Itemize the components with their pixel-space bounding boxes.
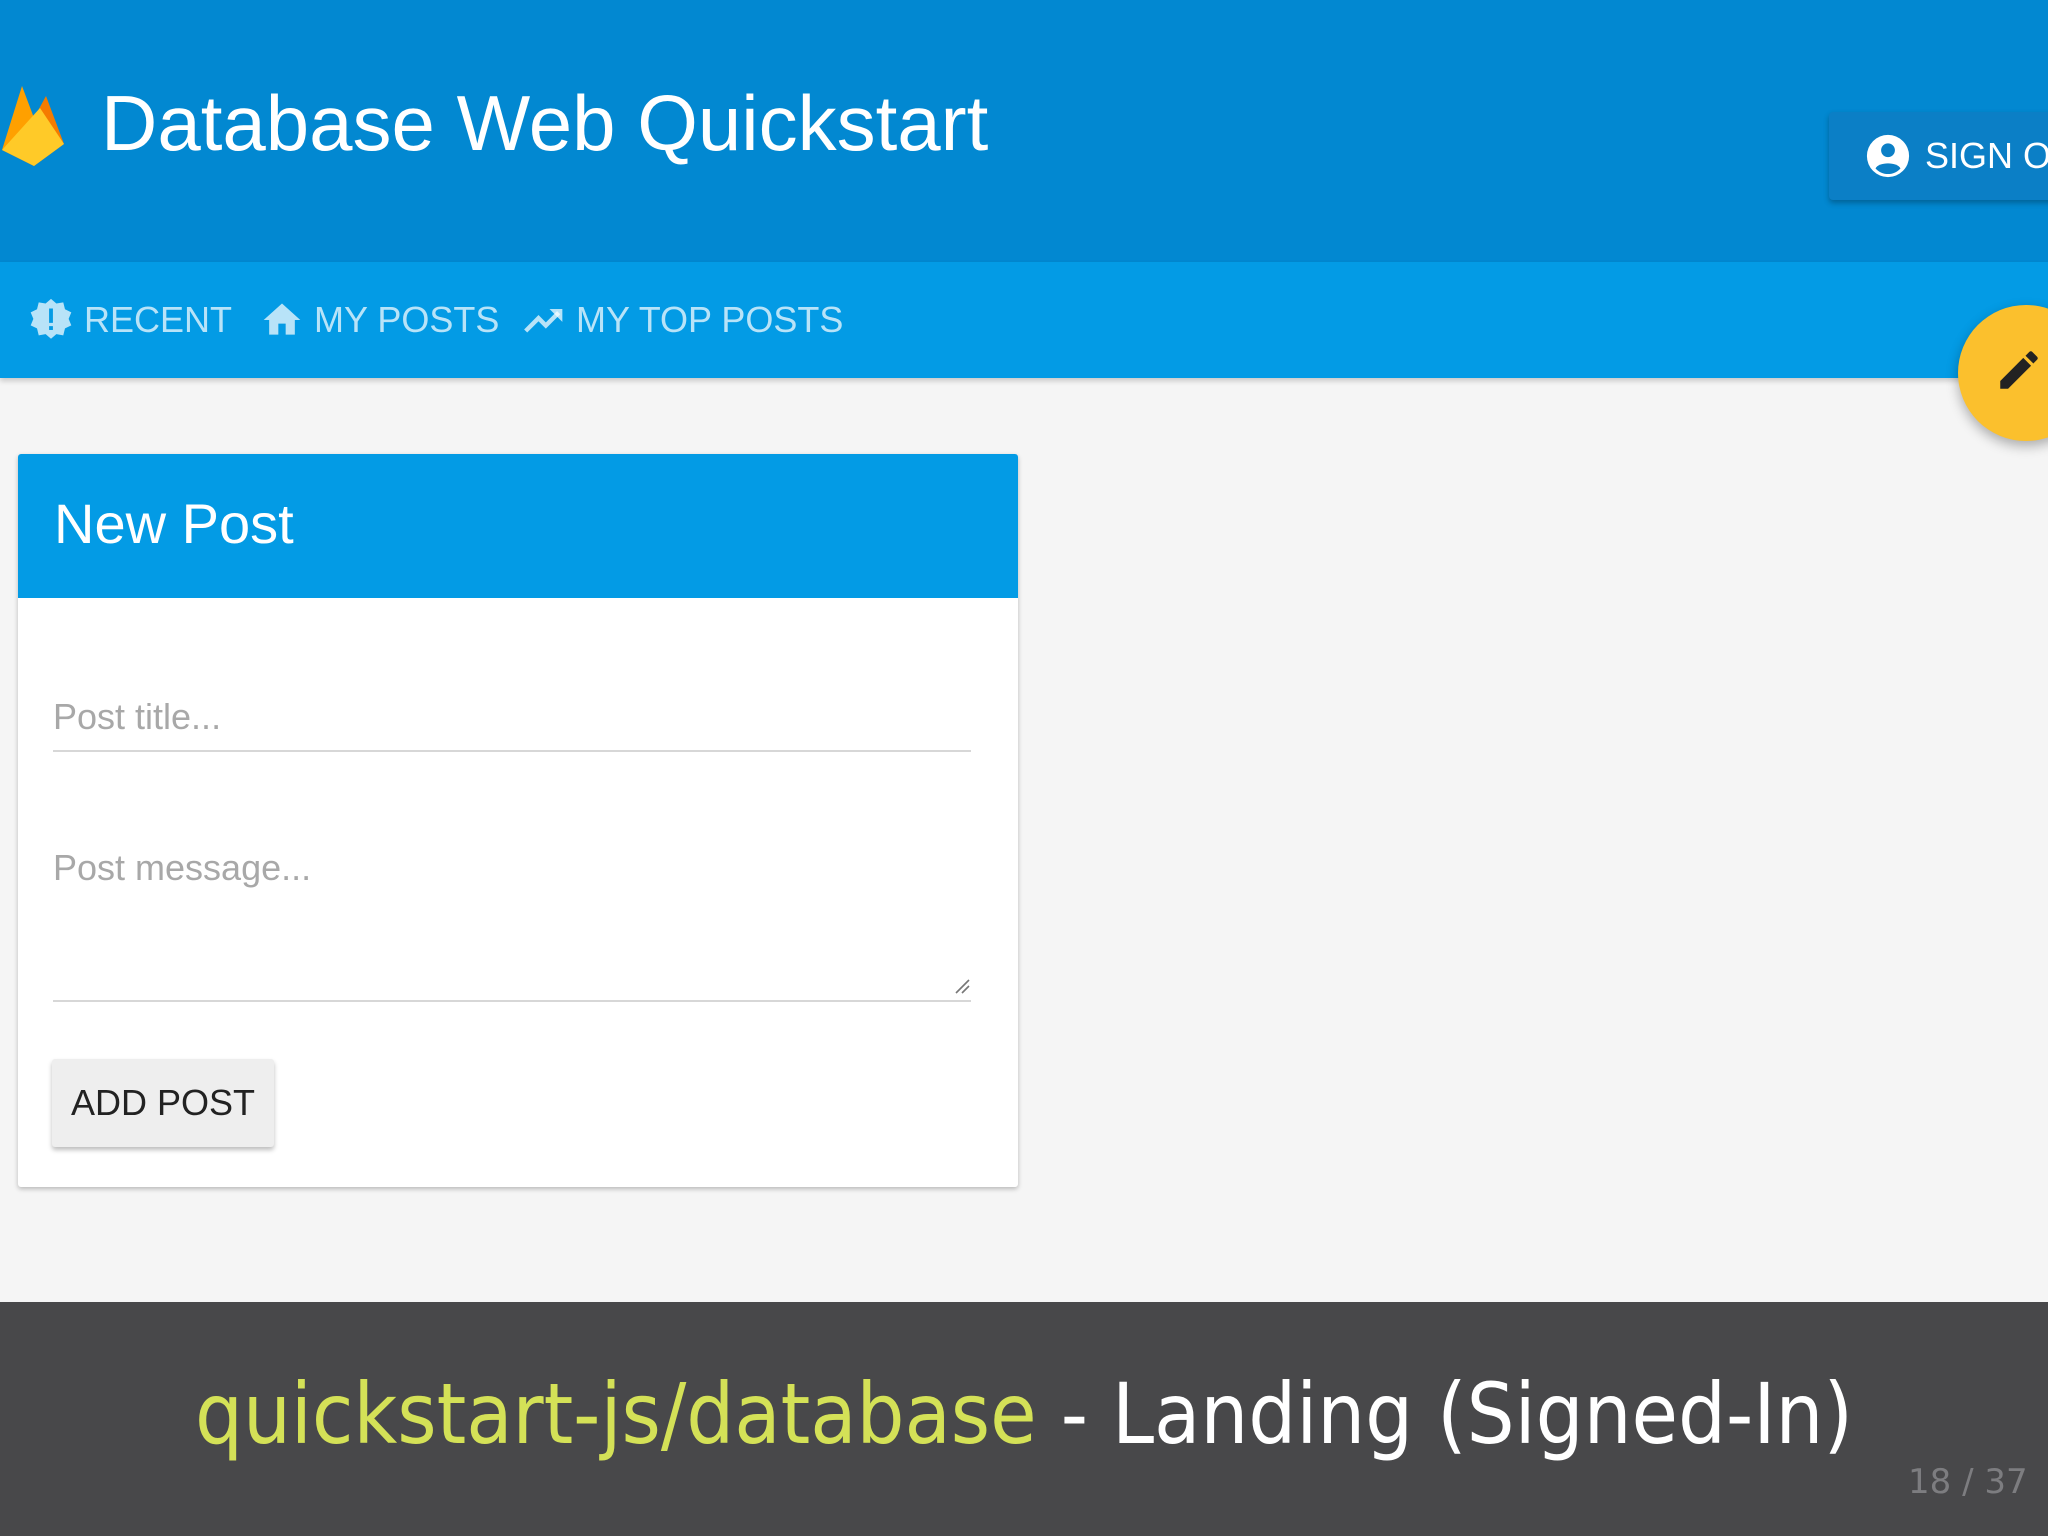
post-title-input[interactable] (53, 684, 971, 752)
trending-up-icon (524, 309, 563, 333)
home-icon (263, 303, 301, 335)
tab-my-top-posts-label: MY TOP POSTS (576, 299, 844, 340)
app-header: Database Web Quickstart SIGN OUT (0, 0, 2048, 262)
caption-repo: quickstart-js/database (195, 1365, 1037, 1463)
sign-out-button[interactable]: SIGN OUT (1829, 112, 2048, 200)
new-releases-icon (30, 298, 72, 339)
tab-my-posts[interactable]: MY POSTS (260, 262, 499, 378)
post-message-input[interactable] (53, 846, 971, 1002)
tab-my-top-posts[interactable]: MY TOP POSTS (522, 262, 843, 378)
tab-my-posts-label: MY POSTS (314, 299, 500, 340)
resize-handle-icon[interactable] (952, 976, 970, 994)
tabs-bar: RECENT MY POSTS MY TOP POSTS (0, 262, 2048, 378)
card-title: New Post (54, 492, 294, 555)
edit-pencil-icon (2000, 351, 2038, 389)
firebase-flame-icon (2, 86, 64, 166)
page-counter: 18 / 37 (1908, 1462, 2028, 1502)
tab-recent[interactable]: RECENT (28, 262, 232, 378)
caption-bar: quickstart-js/database - Landing (Signed… (0, 1302, 2048, 1536)
slide-caption: quickstart-js/database - Landing (Signed… (0, 1368, 2048, 1460)
account-circle-icon (1866, 134, 1910, 178)
slide: Database Web Quickstart SIGN OUT RECENT … (0, 0, 2048, 1536)
tab-recent-label: RECENT (84, 299, 233, 340)
new-post-card: New Post ADD POST (18, 454, 1018, 1187)
caption-text: Landing (Signed-In) (1111, 1365, 1853, 1463)
app-title: Database Web Quickstart (101, 79, 989, 167)
caption-separator: - (1036, 1365, 1112, 1463)
card-header: New Post (18, 454, 1018, 598)
add-post-button[interactable]: ADD POST (52, 1059, 274, 1147)
sign-out-label: SIGN OUT (1925, 135, 2048, 176)
